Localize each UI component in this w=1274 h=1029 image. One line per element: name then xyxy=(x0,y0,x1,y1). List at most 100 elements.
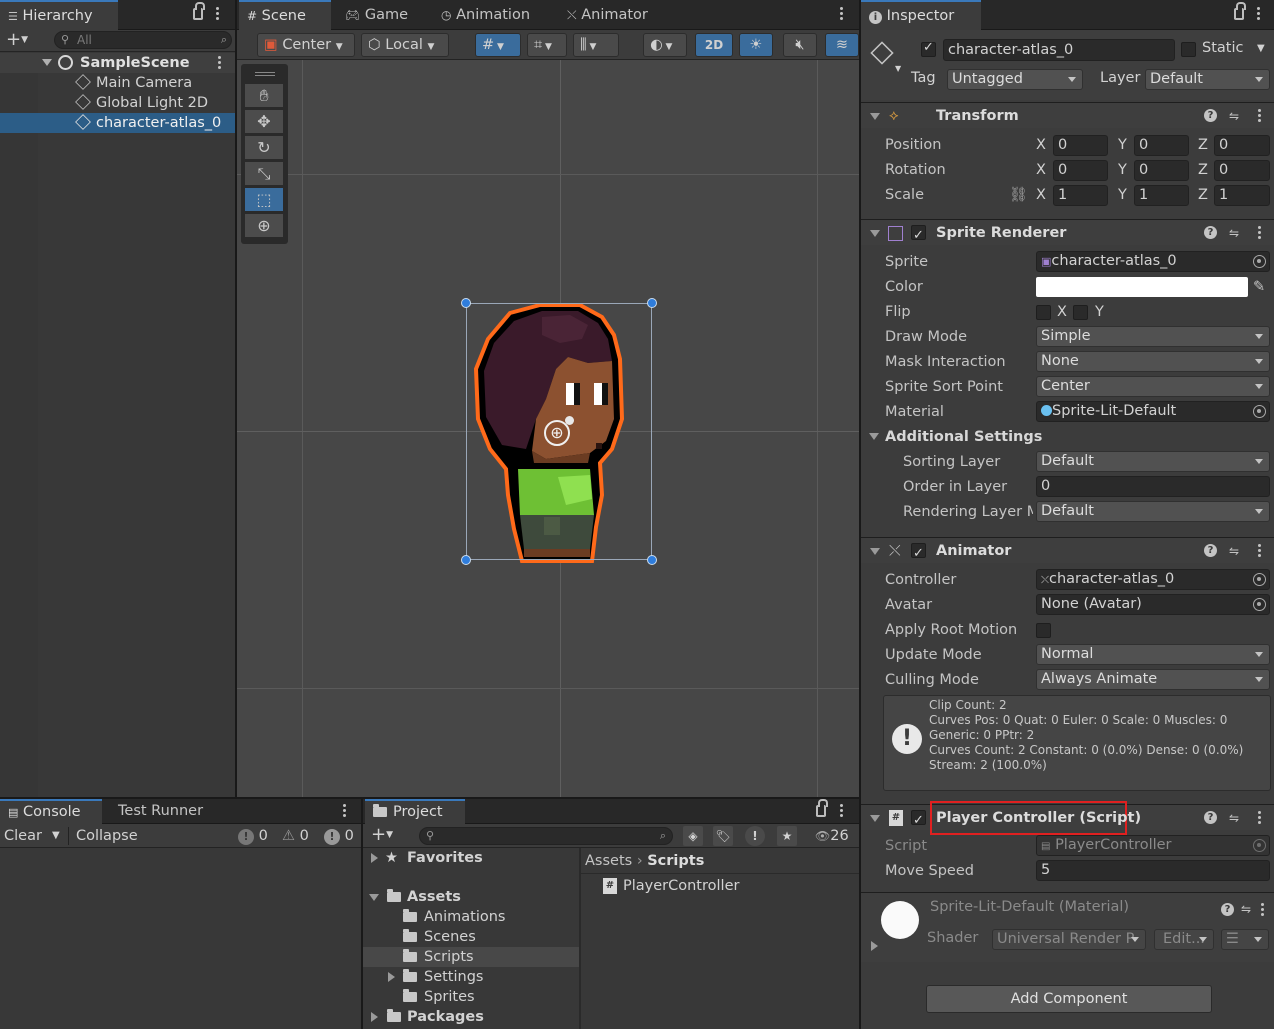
presets-icon[interactable]: ⇋ xyxy=(1229,227,1241,239)
presets-icon[interactable]: ⇋ xyxy=(1229,812,1241,824)
create-asset-button[interactable]: +▼ xyxy=(371,824,393,846)
folder-scripts[interactable]: Scripts xyxy=(363,947,579,967)
flip-y-toggle[interactable] xyxy=(1073,305,1088,320)
search-by-log-icon[interactable]: ! xyxy=(745,826,765,846)
effects-toggle[interactable]: ≋ xyxy=(825,33,859,57)
component-menu-icon[interactable] xyxy=(1258,226,1262,240)
search-by-type-icon[interactable]: ◈ xyxy=(683,826,703,846)
icon-dropdown-arrow-icon[interactable]: ▼ xyxy=(895,64,901,73)
color-swatch[interactable] xyxy=(1036,277,1248,297)
presets-icon[interactable]: ⇋ xyxy=(1229,110,1241,122)
sprite-renderer-header[interactable]: Sprite Renderer ? ⇋ xyxy=(861,219,1274,249)
active-toggle[interactable] xyxy=(921,40,936,57)
expand-arrow-icon[interactable] xyxy=(871,941,878,951)
position-y-field[interactable]: 0 xyxy=(1134,135,1189,156)
hierarchy-search-input[interactable]: ⚲ All ⌕ xyxy=(54,31,232,49)
help-icon[interactable]: ? xyxy=(1204,544,1217,557)
console-menu-icon[interactable] xyxy=(343,804,347,818)
audio-toggle[interactable]: 🔇︎ xyxy=(783,33,817,57)
controller-field[interactable]: ⤬character-atlas_0 xyxy=(1036,569,1270,590)
transform-header[interactable]: ⟡ Transform ? ⇋ xyxy=(861,102,1274,128)
folder-animations[interactable]: Animations xyxy=(363,907,579,927)
collapse-arrow-icon[interactable] xyxy=(870,815,880,822)
folder-sprites[interactable]: Sprites xyxy=(363,987,579,1007)
favorite-star-icon[interactable]: ★ xyxy=(777,826,797,846)
animator-header[interactable]: ⤬ Animator ? ⇋ xyxy=(861,537,1274,567)
lighting-toggle[interactable]: ☀ xyxy=(739,33,773,57)
layer-dropdown[interactable]: Default xyxy=(1145,69,1270,90)
collapse-arrow-icon[interactable] xyxy=(870,548,880,555)
lock-icon[interactable] xyxy=(816,799,828,817)
shader-dropdown[interactable]: Universal Render P xyxy=(992,929,1146,950)
component-menu-icon[interactable] xyxy=(1258,811,1262,825)
tab-project[interactable]: Project xyxy=(365,799,465,824)
help-icon[interactable]: ? xyxy=(1204,811,1217,824)
collapsed-arrow-icon[interactable] xyxy=(388,972,395,982)
collapse-arrow-icon[interactable] xyxy=(870,113,880,120)
scene-row[interactable]: SampleScene xyxy=(0,53,235,73)
hierarchy-item-main-camera[interactable]: Main Camera xyxy=(0,73,235,93)
static-dropdown-arrow-icon[interactable]: ▼ xyxy=(1257,43,1265,54)
mode-2d-toggle[interactable]: 2D xyxy=(695,33,733,57)
object-name-field[interactable]: character-atlas_0 xyxy=(943,39,1175,61)
breadcrumb-item[interactable]: Scripts xyxy=(647,853,704,869)
file-player-controller[interactable]: # PlayerController xyxy=(581,876,859,896)
rendering-layer-dropdown[interactable]: Default xyxy=(1036,501,1270,522)
rect-tool-icon[interactable]: ⬚ xyxy=(245,188,283,212)
position-x-field[interactable]: 0 xyxy=(1053,135,1108,156)
favorites-row[interactable]: ★ Favorites xyxy=(363,848,579,868)
apply-root-motion-toggle[interactable] xyxy=(1036,623,1051,638)
expand-arrow-icon[interactable] xyxy=(369,894,379,901)
help-icon[interactable]: ? xyxy=(1221,903,1234,916)
sprite-sort-point-dropdown[interactable]: Center xyxy=(1036,376,1270,397)
grid-snap-toggle[interactable]: # ▼ xyxy=(475,33,521,57)
player-controller-header[interactable]: # Player Controller (Script) ? ⇋ xyxy=(861,801,1274,835)
static-toggle[interactable] xyxy=(1181,42,1196,57)
add-component-button[interactable]: Add Component xyxy=(926,985,1212,1013)
clear-button[interactable]: Clear xyxy=(4,824,42,848)
constrain-proportions-icon[interactable]: ⛓︎ xyxy=(1009,183,1027,207)
rotation-z-field[interactable]: 0 xyxy=(1214,160,1270,181)
tab-hierarchy[interactable]: ☰ Hierarchy xyxy=(0,0,118,30)
sorting-layer-dropdown[interactable]: Default xyxy=(1036,451,1270,472)
collapsed-arrow-icon[interactable] xyxy=(371,1012,378,1022)
project-search-input[interactable]: ⚲ ⌕ xyxy=(419,827,673,845)
hand-tool-icon[interactable]: ✋︎ xyxy=(245,84,283,108)
position-z-field[interactable]: 0 xyxy=(1214,135,1270,156)
presets-icon[interactable]: ⇋ xyxy=(1241,903,1253,915)
pivot-dot[interactable] xyxy=(565,416,574,425)
hierarchy-item-global-light[interactable]: Global Light 2D xyxy=(0,93,235,113)
move-speed-field[interactable]: 5 xyxy=(1036,860,1270,881)
snap-increment-button[interactable]: ⌗ ▼ xyxy=(527,33,567,57)
rect-handle[interactable] xyxy=(647,298,657,308)
folder-scenes[interactable]: Scenes xyxy=(363,927,579,947)
additional-settings-row[interactable]: Additional Settings xyxy=(869,425,1270,449)
pivot-center-dropdown[interactable]: ▣ Center ▼ xyxy=(257,33,355,57)
order-in-layer-field[interactable]: 0 xyxy=(1036,476,1270,497)
material-menu-icon[interactable] xyxy=(1261,903,1265,917)
packages-row[interactable]: Packages xyxy=(363,1007,579,1027)
component-menu-icon[interactable] xyxy=(1258,544,1262,558)
scene-menu-icon[interactable] xyxy=(218,56,222,70)
player-controller-enabled-toggle[interactable] xyxy=(911,808,926,834)
draw-mode-dropdown[interactable]: Simple xyxy=(1036,326,1270,347)
sprite-field[interactable]: ▣character-atlas_0 xyxy=(1036,251,1270,272)
tab-inspector[interactable]: i Inspector xyxy=(861,0,981,30)
object-picker-icon[interactable] xyxy=(1253,405,1266,418)
expand-arrow-icon[interactable] xyxy=(42,59,52,66)
rect-handle[interactable] xyxy=(461,298,471,308)
inspector-menu-icon[interactable] xyxy=(1257,7,1261,21)
material-field[interactable]: Sprite-Lit-Default xyxy=(1036,401,1270,422)
increment-snap-button[interactable]: ⫼ ▼ xyxy=(573,33,619,57)
scale-z-field[interactable]: 1 xyxy=(1214,185,1270,206)
scene-viewport[interactable]: ✋︎ ✥ ↻ ⤡ ⬚ ⊕ ⊕ xyxy=(237,60,859,797)
collapse-button[interactable]: Collapse xyxy=(76,824,138,848)
shader-options-dropdown[interactable]: ☰ xyxy=(1221,929,1269,950)
error-count-toggle[interactable]: ! 0 xyxy=(324,824,354,848)
gameobject-cube-icon[interactable] xyxy=(870,41,894,65)
folder-settings[interactable]: Settings xyxy=(363,967,579,987)
search-by-type-icon[interactable]: ⌕ xyxy=(221,32,227,48)
rotation-y-field[interactable]: 0 xyxy=(1134,160,1189,181)
hidden-packages-toggle[interactable]: 👁︎26 xyxy=(815,824,849,848)
collapsed-arrow-icon[interactable] xyxy=(371,853,378,863)
